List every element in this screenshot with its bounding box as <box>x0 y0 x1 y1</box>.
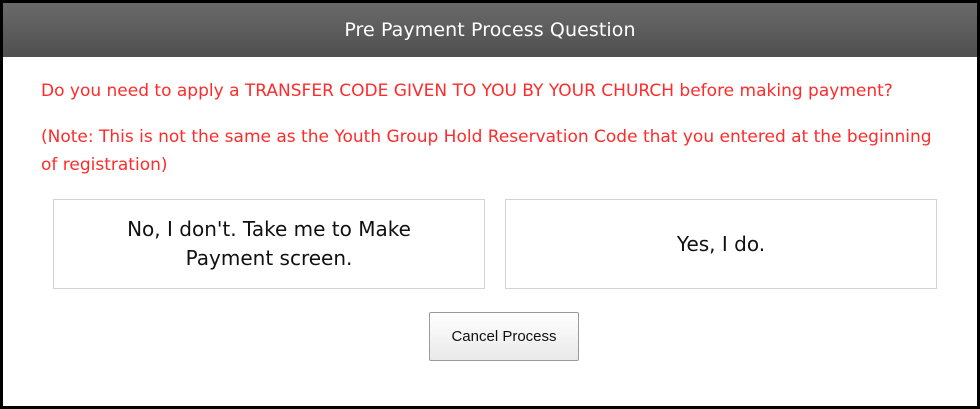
dialog-title: Pre Payment Process Question <box>344 19 636 41</box>
yes-option-label: Yes, I do. <box>676 231 766 256</box>
cancel-container: Cancel Process <box>41 312 939 361</box>
answer-options: No, I don't. Take me to Make Payment scr… <box>41 199 939 289</box>
pre-payment-dialog: Pre Payment Process Question Do you need… <box>0 0 980 409</box>
no-option-button[interactable]: No, I don't. Take me to Make Payment scr… <box>53 199 485 289</box>
yes-option-button[interactable]: Yes, I do. <box>505 199 937 289</box>
dialog-title-bar: Pre Payment Process Question <box>3 3 977 57</box>
reservation-code-note: (Note: This is not the same as the Youth… <box>41 127 932 175</box>
cancel-process-button[interactable]: Cancel Process <box>429 312 579 361</box>
dialog-content: Do you need to apply a TRANSFER CODE GIV… <box>3 57 977 361</box>
transfer-code-question: Do you need to apply a TRANSFER CODE GIV… <box>41 81 893 101</box>
no-option-label: No, I don't. Take me to Make Payment scr… <box>127 217 411 270</box>
